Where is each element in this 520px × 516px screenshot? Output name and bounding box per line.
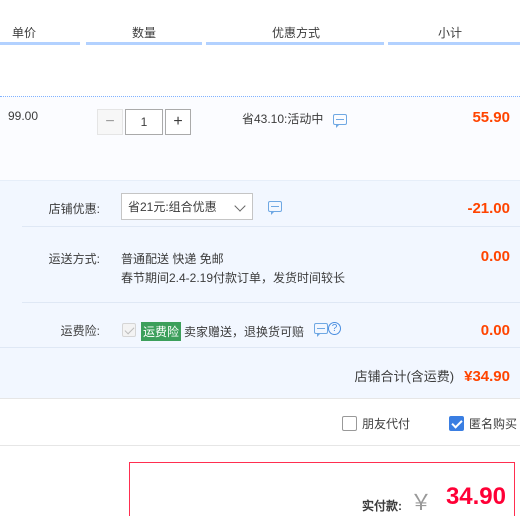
shop-total-label: 店铺合计(含运费) xyxy=(354,369,455,384)
insurance-row: 运费险: 运费险 卖家赠送，退换货可赔 ? 0.00 xyxy=(0,303,520,347)
quantity-stepper: − + xyxy=(97,109,191,135)
shop-total: 店铺合计(含运费) ¥34.90 xyxy=(354,366,510,385)
shop-discount-value: -21.00 xyxy=(467,200,510,217)
header-underline xyxy=(0,42,80,45)
column-subtotal: 小计 xyxy=(438,26,463,40)
header-underline xyxy=(206,42,384,45)
item-subtotal: 55.90 xyxy=(472,109,510,126)
insurance-value: 0.00 xyxy=(480,322,510,339)
anonymous-option[interactable]: 匿名购买 xyxy=(449,415,517,432)
shipping-notice: 春节期间2.4-2.19付款订单，发货时间较长 xyxy=(121,271,346,285)
friend-pay-option[interactable]: 朋友代付 xyxy=(342,415,410,432)
divider xyxy=(0,347,520,348)
shop-total-value: ¥34.90 xyxy=(464,368,510,385)
shipping-method: 普通配送 快递 免邮 xyxy=(121,252,224,266)
friend-pay-label: 朋友代付 xyxy=(362,417,411,431)
currency-symbol: ￥ xyxy=(409,490,432,515)
shop-summary: 店铺优惠: 省21元:组合优惠 -21.00 运送方式: 普通配送 快递 免邮 … xyxy=(0,180,520,398)
insurance-description: 卖家赠送，退换货可赔 xyxy=(184,325,305,339)
table-header: 单价 数量 优惠方式 小计 xyxy=(0,0,520,46)
payment-summary: 实付款: ￥ 34.90 xyxy=(129,462,515,516)
quantity-input[interactable] xyxy=(125,109,163,135)
message-icon[interactable] xyxy=(314,323,328,337)
chevron-down-icon xyxy=(234,200,246,212)
item-promo: 省43.10:活动中 xyxy=(242,110,347,129)
column-unit-price: 单价 xyxy=(12,26,37,40)
column-discount: 优惠方式 xyxy=(272,26,321,40)
order-options: 朋友代付 匿名购买 xyxy=(0,398,520,446)
shop-discount-label: 店铺优惠: xyxy=(48,202,100,216)
anonymous-checkbox[interactable] xyxy=(449,416,464,431)
item-unit-price: 99.00 xyxy=(8,109,39,123)
header-underline xyxy=(86,42,202,45)
message-icon[interactable] xyxy=(332,114,347,129)
quantity-increase-button[interactable]: + xyxy=(165,109,191,135)
shipping-value: 0.00 xyxy=(480,248,510,265)
cart-item-row: 99.00 − + 省43.10:活动中 55.90 xyxy=(0,96,520,180)
help-icon[interactable]: ? xyxy=(328,322,341,335)
message-icon[interactable] xyxy=(268,201,282,215)
header-underline xyxy=(388,42,520,45)
payment-label: 实付款: xyxy=(362,499,402,513)
insurance-label: 运费险: xyxy=(60,324,100,338)
shop-discount-select[interactable]: 省21元:组合优惠 xyxy=(121,193,253,220)
shop-discount-selected: 省21元:组合优惠 xyxy=(128,200,217,214)
insurance-tag: 运费险 xyxy=(141,322,182,341)
shipping-label: 运送方式: xyxy=(48,252,100,266)
quantity-decrease-button[interactable]: − xyxy=(97,109,123,135)
insurance-checkbox xyxy=(122,323,136,337)
friend-pay-checkbox[interactable] xyxy=(342,416,357,431)
column-quantity: 数量 xyxy=(132,26,157,40)
shop-discount-row: 店铺优惠: 省21元:组合优惠 -21.00 xyxy=(0,181,520,226)
payment-amount: 34.90 xyxy=(445,483,506,510)
shipping-row: 运送方式: 普通配送 快递 免邮 春节期间2.4-2.19付款订单，发货时间较长… xyxy=(0,227,520,302)
anonymous-label: 匿名购买 xyxy=(469,417,518,431)
promo-text: 省43.10:活动中 xyxy=(242,112,324,126)
